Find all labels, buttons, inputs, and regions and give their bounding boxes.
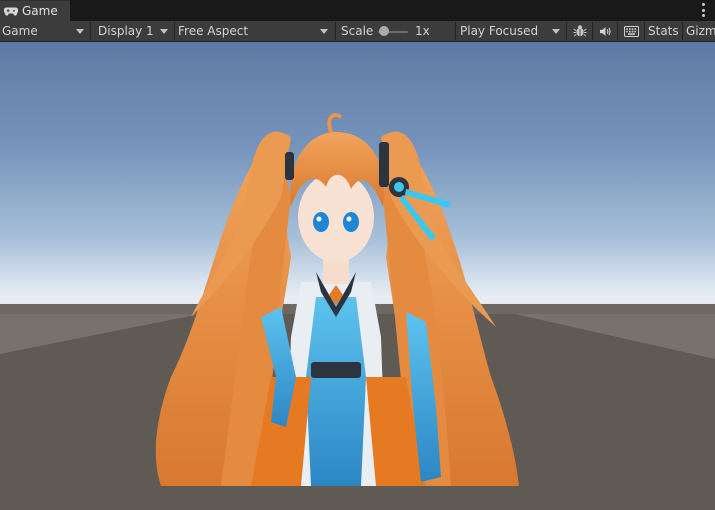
tab-label: Game [22, 4, 58, 18]
chevron-down-icon [76, 29, 84, 34]
mute-audio-button[interactable] [596, 21, 614, 41]
game-viewport[interactable] [0, 42, 715, 510]
play-mode-dropdown[interactable]: Play Focused [460, 21, 564, 41]
scale-label: Scale [341, 21, 381, 41]
gamepad-icon [4, 6, 18, 16]
scale-slider-handle[interactable] [379, 26, 389, 36]
display-dropdown[interactable]: Display 1 [98, 21, 172, 41]
gizmos-button[interactable]: Gizm [686, 21, 715, 41]
tab-game[interactable]: Game [0, 0, 70, 21]
frame-debugger-button[interactable] [570, 21, 590, 41]
chevron-down-icon [160, 29, 168, 34]
keyboard-icon [623, 25, 639, 37]
scale-value: 1x [415, 21, 445, 41]
play-mode-label: Play Focused [460, 24, 539, 38]
stats-label: Stats [648, 24, 679, 38]
gizmos-label: Gizm [686, 24, 715, 38]
game-toolbar: Game Display 1 Free Aspect Scale 1x Play… [0, 21, 715, 42]
view-mode-label: Game [2, 24, 38, 38]
chevron-down-icon [320, 29, 328, 34]
stats-button[interactable]: Stats [648, 21, 682, 41]
aspect-dropdown[interactable]: Free Aspect [178, 21, 332, 41]
speaker-icon [599, 26, 611, 36]
scale-value-text: 1x [415, 24, 430, 38]
display-label: Display 1 [98, 24, 154, 38]
view-mode-dropdown[interactable]: Game [2, 21, 88, 41]
bug-icon [573, 25, 587, 37]
more-options-icon[interactable] [702, 3, 706, 17]
chevron-down-icon [552, 29, 560, 34]
tab-bar: Game [0, 0, 715, 21]
shortcuts-button[interactable] [621, 21, 641, 41]
character-sprite [155, 113, 519, 486]
aspect-label: Free Aspect [178, 24, 249, 38]
scale-label-text: Scale [341, 24, 374, 38]
